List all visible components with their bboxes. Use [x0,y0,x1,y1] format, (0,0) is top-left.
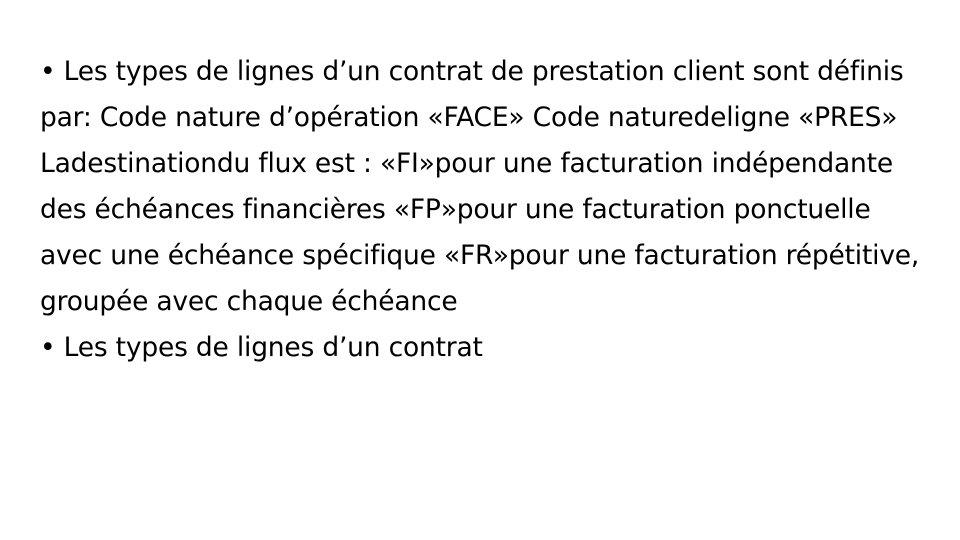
slide: • Les types de lignes d’un contrat de pr… [0,0,960,540]
bullet-paragraph-2: • Les types de lignes d’un contrat [40,332,483,363]
slide-body: • Les types de lignes d’un contrat de pr… [40,49,920,371]
bullet-paragraph-1: • Les types de lignes d’un contrat de pr… [40,56,920,317]
